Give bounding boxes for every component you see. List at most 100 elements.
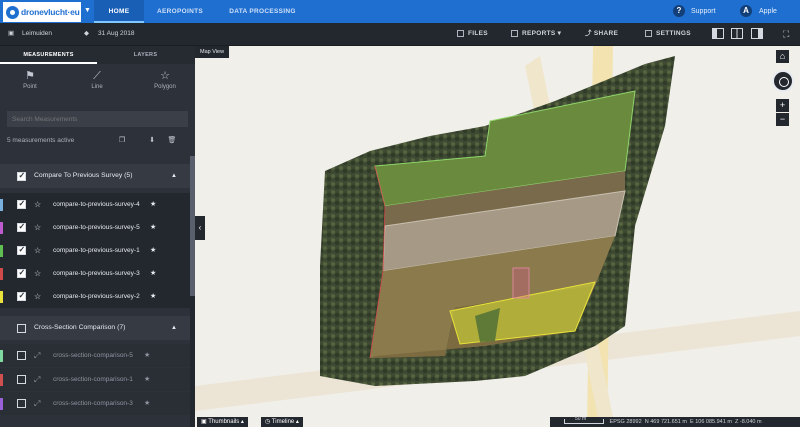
collapse-sidebar-button[interactable]: ‹ [195,216,205,240]
timeline-tab[interactable]: ◷ Timeline ▴ [261,417,303,427]
list-item[interactable]: ☆ compare-to-previous-survey-3 ★ [0,262,190,285]
line-tool-label: Line [91,84,103,90]
brand-logo[interactable]: dronevlucht·eu [3,2,81,22]
item-label: cross-section-comparison-1 [53,376,133,383]
layout-split-icon[interactable] [731,28,743,39]
item-checkbox[interactable] [17,222,26,232]
active-measurements-row: 5 measurements active ❐ ⬇ 🗑 [7,134,188,148]
orthomosaic-map[interactable] [195,46,800,427]
favorite-star-icon[interactable]: ★ [144,392,150,415]
group-checkbox[interactable] [17,324,26,333]
nav-tab-data-processing[interactable]: DATA PROCESSING [225,0,300,23]
ruler-icon: ⤢ [34,399,41,408]
survey-date[interactable]: 31 Aug 2018 [98,23,135,45]
favorite-star-icon[interactable]: ★ [144,344,150,367]
user-name[interactable]: Apple [759,0,777,23]
measurement-polygon-5[interactable] [512,267,530,299]
favorite-star-icon[interactable]: ★ [150,239,156,262]
elevation-value: -8.040 m [739,419,762,425]
layout-sidebar-icon[interactable] [712,28,724,39]
list-item[interactable]: ⤢ cross-section-comparison-1 ★ [0,368,190,391]
support-link[interactable]: Support [691,0,716,23]
nav-tab-aeropoints[interactable]: AEROPOINTS [150,0,210,23]
nav-tab-home[interactable]: HOME [94,0,144,23]
list-item[interactable]: ⤢ cross-section-comparison-3 ★ [0,392,190,415]
item-label: compare-to-previous-survey-2 [53,293,140,300]
ruler-icon: ⤢ [34,375,41,384]
fullscreen-icon[interactable]: ⛶ [783,23,789,45]
files-button[interactable]: FILES [457,23,488,45]
map-view-label: Map View [195,46,230,58]
item-checkbox[interactable] [17,399,26,408]
favorite-star-icon[interactable]: ★ [150,262,156,285]
chevron-down-icon: ▾ [557,30,562,37]
site-name[interactable]: Leimuiden [22,23,52,45]
item-label: compare-to-previous-survey-4 [53,201,140,208]
tab-measurements[interactable]: MEASUREMENTS [0,46,97,64]
item-label: cross-section-comparison-5 [53,352,133,359]
line-tool[interactable]: ⟋ Line [67,68,127,90]
polygon-icon: ☆ [160,70,170,82]
help-icon[interactable]: ? [673,5,685,17]
active-count-text: 5 measurements active [7,137,75,144]
item-label: compare-to-previous-survey-1 [53,247,140,254]
timeline-label: Timeline [271,419,295,425]
trash-icon[interactable]: 🗑 [167,134,177,148]
zoom-out-button[interactable]: − [776,113,789,126]
user-avatar[interactable]: A [740,5,752,17]
layout-right-icon[interactable] [751,28,763,39]
list-item[interactable]: ⤢ cross-section-comparison-5 ★ [0,344,190,367]
settings-button[interactable]: SETTINGS [645,23,691,45]
chevron-up-icon[interactable]: ▲ [171,316,177,340]
group-checkbox[interactable] [17,171,26,181]
favorite-star-icon[interactable]: ★ [150,216,156,239]
reports-button[interactable]: REPORTS ▾ [511,23,561,45]
item-checkbox[interactable] [17,375,26,384]
item-checkbox[interactable] [17,199,26,209]
tab-layers[interactable]: LAYERS [97,46,194,64]
coordinate-status-bar: 50 m EPSG 28992 N 469 721.651 m E 106 08… [550,416,800,427]
download-icon[interactable]: ⬇ [147,134,157,148]
copy-icon[interactable]: ❐ [117,134,127,148]
site-toolbar: ▣ Leimuiden ◆ 31 Aug 2018 FILES REPORTS … [0,23,800,46]
point-tool[interactable]: ⚑ Point [0,68,60,90]
reports-label: REPORTS [522,30,556,37]
list-item[interactable]: ☆ compare-to-previous-survey-2 ★ [0,285,190,308]
zoom-in-button[interactable]: + [776,99,789,112]
compass-icon[interactable] [772,70,794,92]
group-label: Compare To Previous Survey (5) [34,172,133,179]
map-view[interactable]: Map View ⌂ + − [195,46,800,427]
favorite-star-icon[interactable]: ★ [150,193,156,216]
search-measurements-input[interactable] [7,111,188,127]
color-swatch [0,291,3,303]
group-cross-section-comparison[interactable]: Cross-Section Comparison (7) ▲ [0,316,190,340]
settings-label: SETTINGS [656,30,691,37]
item-checkbox[interactable] [17,291,26,301]
share-button[interactable]: ⤴ SHARE [585,23,618,45]
color-swatch [0,199,3,211]
color-swatch [0,374,3,386]
favorite-star-icon[interactable]: ★ [150,285,156,308]
flag-icon: ⚑ [25,70,35,82]
item-checkbox[interactable] [17,268,26,278]
list-item[interactable]: ☆ compare-to-previous-survey-1 ★ [0,239,190,262]
settings-icon [645,29,652,37]
home-icon[interactable]: ⌂ [776,50,789,63]
easting-label: E [690,419,694,425]
list-item[interactable]: ☆ compare-to-previous-survey-4 ★ [0,193,190,216]
clock-icon: ◷ [265,419,272,425]
chevron-down-icon[interactable]: ▼ [84,7,91,14]
favorite-star-icon[interactable]: ★ [144,368,150,391]
group-compare-to-previous-survey[interactable]: Compare To Previous Survey (5) ▲ [0,164,190,188]
polygon-tool[interactable]: ☆ Polygon [135,68,195,90]
item-checkbox[interactable] [17,351,26,360]
list-item[interactable]: ☆ compare-to-previous-survey-5 ★ [0,216,190,239]
thumbnails-tab[interactable]: ▣ Thumbnails ▴ [197,417,248,427]
epsg-value: 28992 [626,419,642,425]
chevron-up-icon[interactable]: ▲ [171,164,177,188]
line-icon: ⟋ [93,70,101,82]
item-label: cross-section-comparison-3 [53,400,133,407]
item-checkbox[interactable] [17,245,26,255]
map-icon[interactable]: ▣ [8,23,14,45]
files-label: FILES [468,30,488,37]
